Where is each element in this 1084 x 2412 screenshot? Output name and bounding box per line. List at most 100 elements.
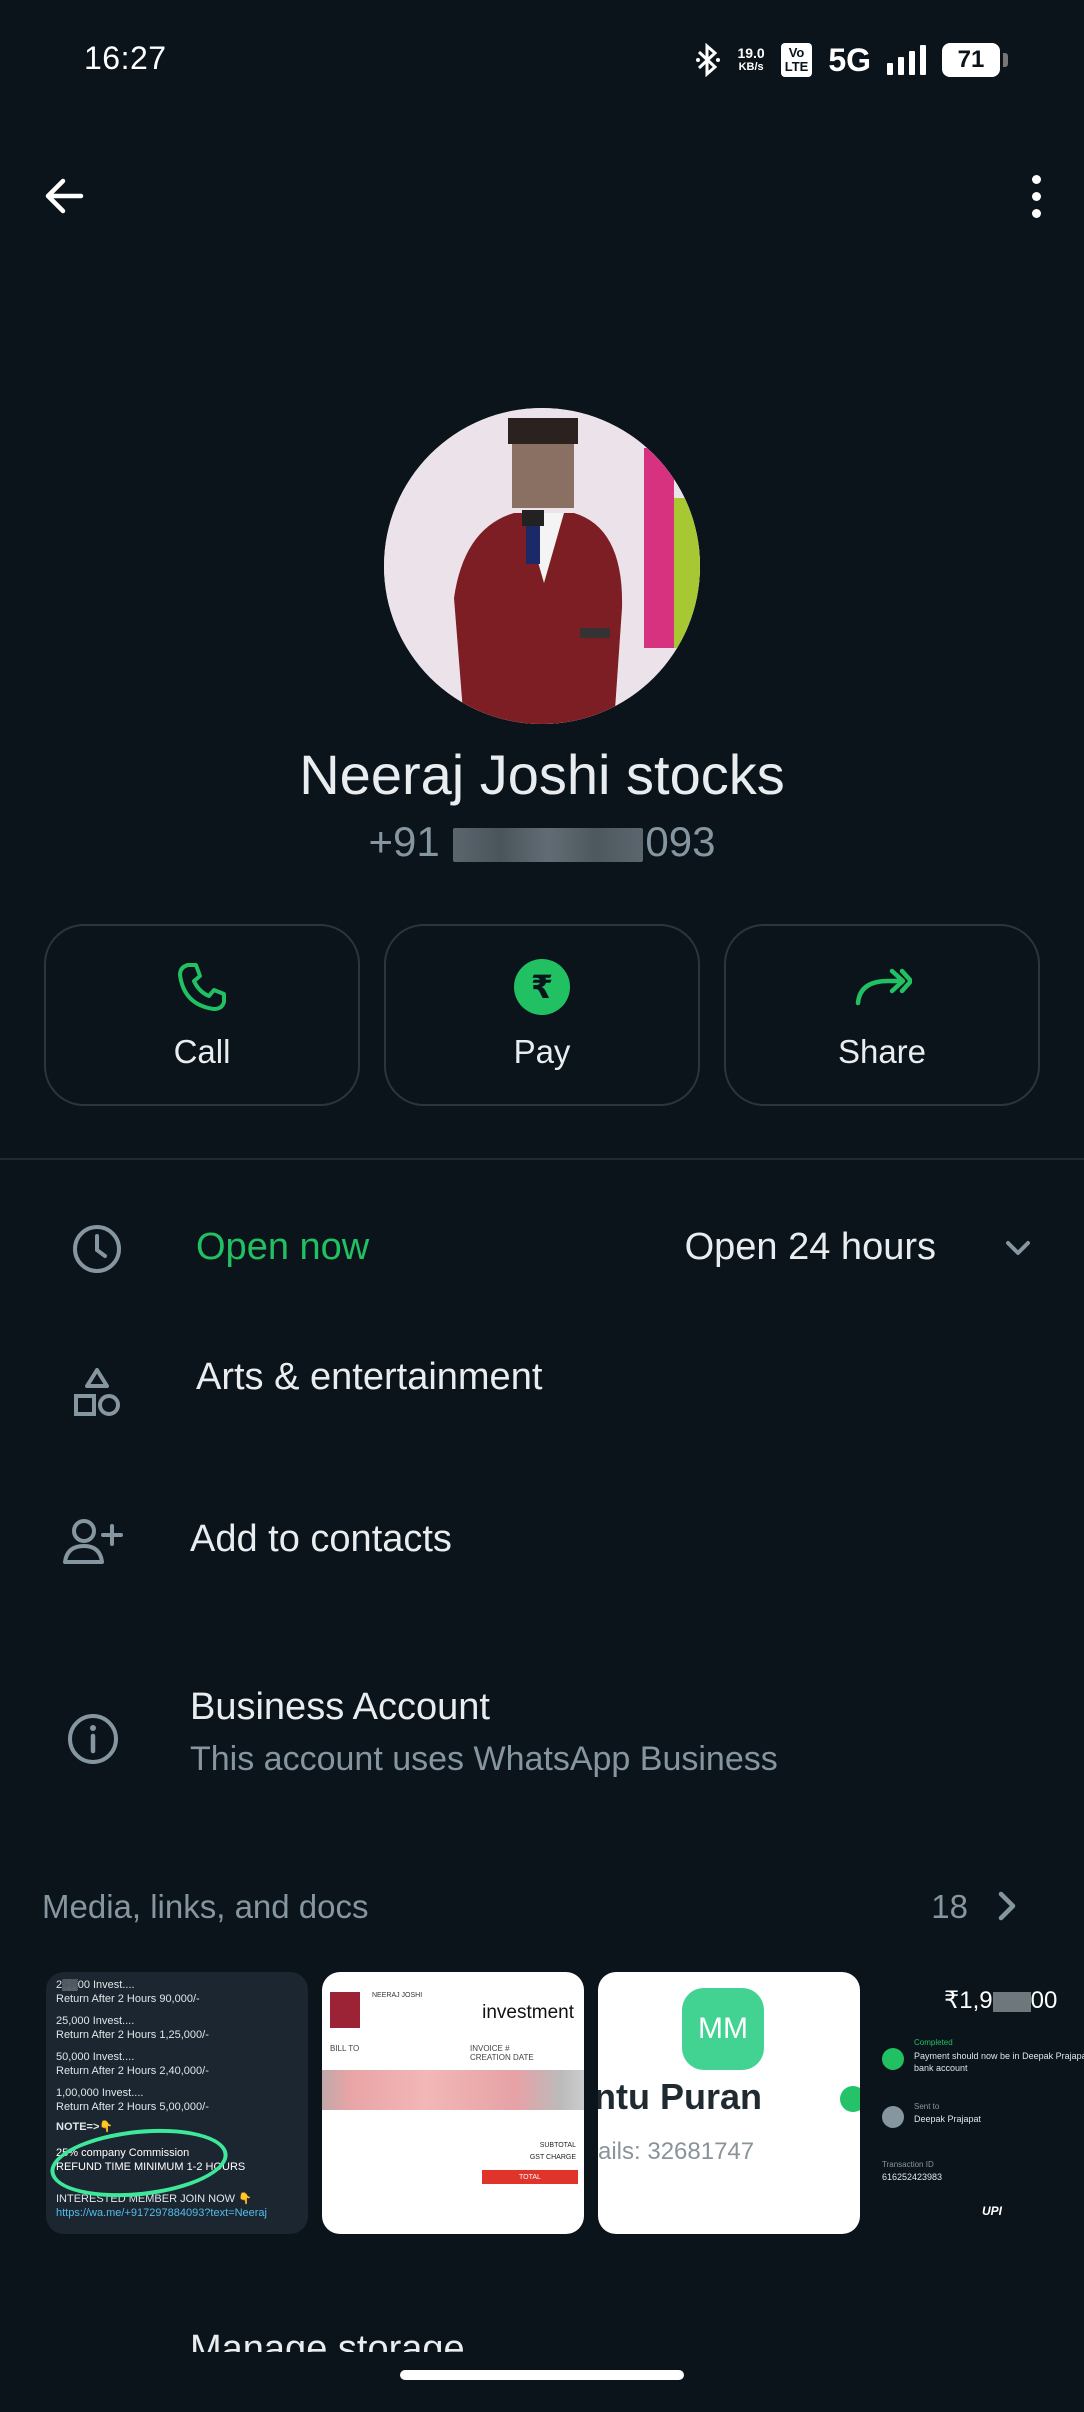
receipt-amount-suffix: 00 [1030,1987,1058,2014]
thumb1-line: 1,00,000 Invest.... [56,2087,144,2099]
manage-storage-row[interactable]: Manage storage [190,2328,465,2352]
invoice-fields: BILL TO INVOICE # CREATION DATE [330,2044,570,2062]
profile-phone: +91 093 [0,818,1084,866]
profile-avatar[interactable] [384,408,700,724]
contact-details-partial: ails: 32681747 [598,2138,755,2165]
home-indicator[interactable] [400,2370,684,2380]
person-icon [882,2106,904,2128]
call-button[interactable]: Call [44,924,360,1106]
net-speed-value: 19.0 [737,45,765,61]
receipt-status: Completed [914,2038,953,2047]
verified-check-icon [840,2086,860,2112]
media-thumb-invoice[interactable]: NEERAJ JOSHI investment BILL TO INVOICE … [322,1972,584,2234]
receipt-sent-to-label: Sent to [914,2102,940,2111]
receipt-message: Payment should now be in Deepak Prajapat… [914,2051,1084,2073]
thumb1-line: 2▒▒00 Invest.... [56,1979,135,1991]
more-options-button[interactable] [1008,168,1064,224]
thumb1-line: 25,000 Invest.... [56,2015,135,2027]
chevron-right-icon[interactable] [984,1884,1028,1928]
contact-initials-badge: MM [682,1988,764,2070]
receipt-amount-prefix: ₹1,9 [944,1987,993,2014]
media-thumbnails: 2▒▒00 Invest.... Return After 2 Hours 90… [46,1972,1084,2234]
add-to-contacts-row[interactable]: Add to contacts [0,1500,1084,1584]
clock-icon [62,1214,132,1284]
completed-check-icon [882,2048,904,2070]
phone-prefix: +91 [368,818,440,865]
more-dot [1031,174,1041,184]
battery-icon: 71 [942,43,1008,77]
invoice-total: TOTAL [519,2173,541,2181]
category-label: Arts & entertainment [196,1356,543,1398]
invoice-title: investment [482,2002,574,2023]
add-person-icon [58,1508,128,1578]
receipt-txn-label: Transaction ID [882,2160,934,2169]
invoice-redaction [322,2070,584,2110]
rupee-icon: ₹ [514,959,570,1015]
pay-label: Pay [513,1033,571,1070]
share-label: Share [837,1033,927,1070]
invoice-subtotal: SUBTOTAL [539,2142,576,2149]
media-thumb-investment-offer[interactable]: 2▒▒00 Invest.... Return After 2 Hours 90… [46,1972,308,2234]
thumb1-link: https://wa.me/+917297884093?text=Neeraj [56,2207,267,2219]
net-speed-unit: KB/s [738,61,764,73]
receipt-amount: ₹1,9 00 [944,1986,1057,2015]
share-button[interactable]: Share [724,924,1040,1106]
category-shapes-icon [62,1358,132,1428]
upi-logo: UPI [982,2204,1003,2218]
business-account-title: Business Account [190,1686,490,1728]
avatar-image [384,408,700,724]
bluetooth-icon [695,42,721,78]
invoice-gst: GST CHARGE [529,2154,576,2161]
category-row: Arts & entertainment [0,1340,1084,1420]
share-icon [855,968,912,1006]
more-dot [1031,208,1041,218]
contact-name-partial: ntu Puran [598,2076,762,2117]
action-buttons: Call ₹ Pay Share [44,924,1040,1106]
phone-redaction [453,827,644,862]
business-account-row[interactable]: Business Account This account uses Whats… [0,1676,1084,1796]
network-type: 5G [828,41,871,78]
info-icon [58,1704,128,1774]
receipt-recipient: Deepak Prajapat [914,2114,982,2124]
status-bar: 16:27 19.0 KB/s Vo LTE 5G 71 [0,0,1084,124]
media-thumb-payment-receipt[interactable]: ₹1,9 00 Completed Payment should now be i… [874,1972,1084,2234]
back-arrow-icon [45,178,84,214]
thumb1-line: 50,000 Invest.... [56,2051,135,2063]
phone-suffix: 093 [645,818,716,865]
battery-level: 71 [957,46,985,73]
open-status: Open now [196,1226,370,1268]
thumb1-line: Return After 2 Hours 1,25,000/- [56,2029,209,2041]
status-icons: 19.0 KB/s Vo LTE 5G 71 [695,38,1008,82]
volte-bottom: LTE [784,59,809,74]
thumb1-line: Return After 2 Hours 2,40,000/- [56,2065,209,2077]
media-count[interactable]: 18 [931,1888,968,1926]
section-divider [0,1158,1084,1160]
invoice-totals: SUBTOTAL GST CHARGE [530,2140,576,2164]
call-label: Call [173,1033,231,1070]
invoice-number-label: INVOICE # [470,2044,510,2053]
business-hours-row[interactable]: Open now Open 24 hours [0,1206,1084,1290]
status-time: 16:27 [84,40,167,76]
invoice-total-bar: TOTAL [482,2170,578,2184]
thumb1-line: Return After 2 Hours 5,00,000/- [56,2101,209,2113]
invoice-issuer: NEERAJ JOSHI [372,1992,423,1999]
receipt-txn-id: 616252423983 [882,2172,943,2182]
media-links-docs-header[interactable]: Media, links, and docs [42,1888,369,1926]
profile-name: Neeraj Joshi stocks [299,743,785,806]
invoice-date-label: CREATION DATE [470,2053,534,2062]
volte-icon: Vo LTE [780,43,813,77]
signal-icon [887,45,926,75]
invoice-photo [330,1992,360,2028]
thumb1-line: Return After 2 Hours 90,000/- [56,1993,200,2005]
volte-top: Vo [788,45,805,60]
media-thumb-contact-card[interactable]: MM ntu Puran ails: 32681747 [598,1972,860,2234]
net-speed: 19.0 KB/s [737,46,764,74]
open-hours: Open 24 hours [684,1226,936,1268]
chevron-down-icon[interactable] [996,1226,1040,1270]
back-button[interactable] [36,168,92,224]
pay-button[interactable]: ₹ Pay [384,924,700,1106]
phone-icon [178,963,226,1011]
more-dot [1031,191,1041,201]
add-to-contacts-label: Add to contacts [190,1518,452,1560]
amount-redaction [992,1991,1031,2012]
